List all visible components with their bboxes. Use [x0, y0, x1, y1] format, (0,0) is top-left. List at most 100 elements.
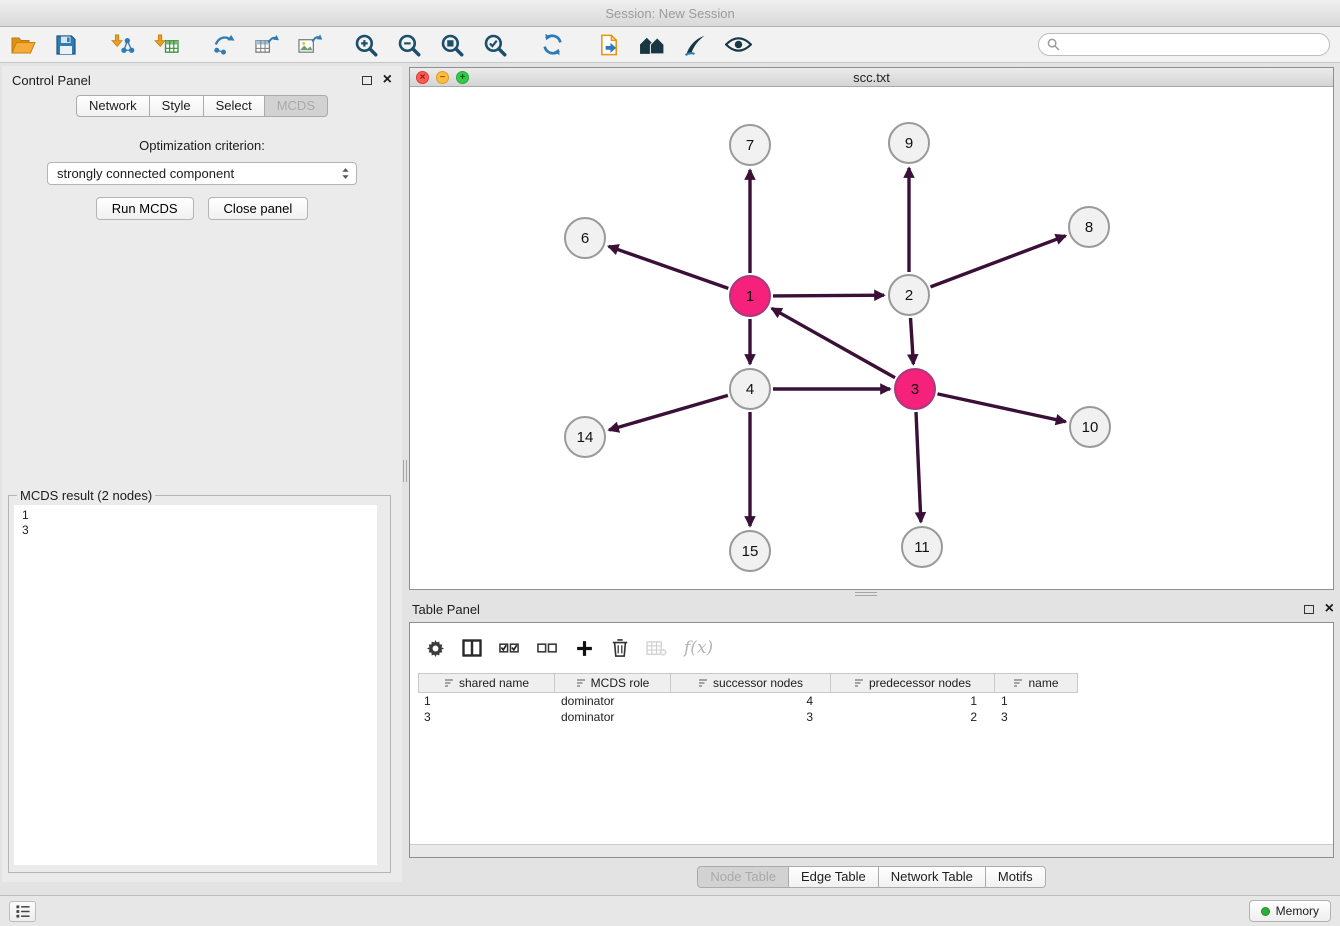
status-bar: Memory: [0, 895, 1340, 926]
import-network-button[interactable]: [108, 30, 138, 60]
cell-name[interactable]: 3: [995, 710, 1078, 724]
create-column-button[interactable]: [575, 639, 594, 658]
deselect-all-button[interactable]: [537, 641, 558, 655]
control-panel-tabs: Network Style Select MCDS: [2, 95, 402, 117]
home-button[interactable]: [637, 30, 667, 60]
tab-select[interactable]: Select: [204, 95, 265, 117]
graph-edge-1-2[interactable]: [773, 295, 884, 296]
copy-style-icon: [598, 33, 621, 57]
tab-mcds[interactable]: MCDS: [265, 95, 328, 117]
tab-style[interactable]: Style: [150, 95, 204, 117]
search-box[interactable]: [1038, 33, 1330, 56]
export-image-icon: [297, 33, 322, 56]
tab-network[interactable]: Network: [76, 95, 150, 117]
network-canvas[interactable]: 7968124314101511: [410, 87, 1333, 588]
apply-style-button[interactable]: [680, 30, 710, 60]
copy-style-button[interactable]: [594, 30, 624, 60]
save-session-button[interactable]: [51, 30, 81, 60]
graph-node-label: 2: [905, 287, 913, 304]
show-hide-graphics-button[interactable]: [723, 30, 753, 60]
delete-columns-button[interactable]: [611, 638, 629, 658]
column-header-name[interactable]: name: [995, 673, 1078, 693]
show-columns-button[interactable]: [462, 639, 482, 657]
minimize-window-icon[interactable]: −: [436, 71, 449, 84]
vertical-splitter-handle[interactable]: [403, 460, 407, 482]
network-window-title: scc.txt: [853, 70, 890, 85]
zoom-out-button[interactable]: [394, 30, 424, 60]
table-toolbar: f(x): [410, 623, 1333, 673]
table-settings-button[interactable]: [426, 639, 445, 658]
table-row[interactable]: 1 dominator 4 1 1: [418, 693, 1333, 709]
eye-icon: [725, 35, 752, 54]
graph-node-label: 4: [746, 381, 754, 398]
zoom-selected-icon: [482, 32, 508, 58]
tab-motifs[interactable]: Motifs: [986, 866, 1046, 888]
float-table-panel-icon[interactable]: [1304, 605, 1314, 614]
export-network-button[interactable]: [208, 30, 238, 60]
export-table-button[interactable]: [251, 30, 281, 60]
column-header-successor-nodes[interactable]: successor nodes: [671, 673, 831, 693]
float-panel-icon[interactable]: [362, 76, 372, 85]
column-label: successor nodes: [713, 676, 803, 690]
mcds-result-textarea[interactable]: 1 3: [14, 505, 377, 865]
cell-predecessor-nodes[interactable]: 2: [831, 710, 995, 724]
close-panel-icon[interactable]: ×: [383, 73, 392, 87]
graph-edge-3-11[interactable]: [916, 412, 921, 522]
main-toolbar: [0, 27, 1340, 63]
zoom-fit-button[interactable]: [437, 30, 467, 60]
search-icon: [1047, 38, 1060, 51]
zoom-selected-button[interactable]: [480, 30, 510, 60]
cell-mcds-role[interactable]: dominator: [555, 710, 671, 724]
deselect-all-boxes-icon: [537, 641, 558, 655]
export-image-button[interactable]: [294, 30, 324, 60]
control-panel: Control Panel × Network Style Select MCD…: [2, 66, 402, 882]
run-mcds-button[interactable]: Run MCDS: [96, 197, 194, 220]
window-controls: × − +: [416, 71, 469, 84]
close-window-icon[interactable]: ×: [416, 71, 429, 84]
cell-shared-name[interactable]: 1: [418, 694, 555, 708]
criterion-dropdown[interactable]: strongly connected component: [47, 162, 357, 185]
table-row[interactable]: 3 dominator 3 2 3: [418, 709, 1333, 725]
tab-edge-table[interactable]: Edge Table: [789, 866, 879, 888]
export-table-icon: [254, 33, 279, 56]
task-history-button[interactable]: [9, 901, 36, 922]
graph-edge-1-6[interactable]: [609, 246, 729, 288]
zoom-window-icon[interactable]: +: [456, 71, 469, 84]
cell-name[interactable]: 1: [995, 694, 1078, 708]
cell-predecessor-nodes[interactable]: 1: [831, 694, 995, 708]
cell-successor-nodes[interactable]: 3: [671, 710, 831, 724]
graph-edge-4-14[interactable]: [609, 395, 728, 430]
tab-node-table[interactable]: Node Table: [697, 866, 789, 888]
search-input[interactable]: [1066, 38, 1321, 52]
column-header-shared-name[interactable]: shared name: [418, 673, 555, 693]
delete-table-icon: [646, 640, 667, 657]
network-window-titlebar[interactable]: × − + scc.txt: [410, 68, 1333, 87]
tab-network-table[interactable]: Network Table: [879, 866, 986, 888]
session-title: Session: New Session: [605, 6, 734, 21]
table-horizontal-scrollbar[interactable]: [410, 844, 1333, 857]
graph-node-label: 11: [914, 539, 930, 556]
delete-table-button[interactable]: [646, 640, 667, 657]
horizontal-splitter-handle[interactable]: [855, 592, 877, 596]
column-header-predecessor-nodes[interactable]: predecessor nodes: [831, 673, 995, 693]
import-table-button[interactable]: [151, 30, 181, 60]
select-all-button[interactable]: [499, 641, 520, 655]
graph-edge-2-3[interactable]: [911, 318, 914, 364]
dropdown-chevrons-icon: [341, 167, 350, 180]
cell-shared-name[interactable]: 3: [418, 710, 555, 724]
refresh-view-button[interactable]: [537, 30, 567, 60]
function-builder-button[interactable]: f(x): [684, 638, 713, 658]
cell-successor-nodes[interactable]: 4: [671, 694, 831, 708]
style-brush-icon: [683, 33, 708, 57]
graph-edge-3-1[interactable]: [772, 308, 895, 377]
zoom-in-button[interactable]: [351, 30, 381, 60]
refresh-icon: [540, 32, 565, 57]
close-panel-button[interactable]: Close panel: [208, 197, 309, 220]
open-session-button[interactable]: [8, 30, 38, 60]
close-table-panel-icon[interactable]: ×: [1325, 602, 1334, 616]
column-header-mcds-role[interactable]: MCDS role: [555, 673, 671, 693]
graph-edge-2-8[interactable]: [931, 236, 1066, 287]
cell-mcds-role[interactable]: dominator: [555, 694, 671, 708]
graph-edge-3-10[interactable]: [938, 394, 1066, 422]
memory-button[interactable]: Memory: [1249, 900, 1331, 922]
